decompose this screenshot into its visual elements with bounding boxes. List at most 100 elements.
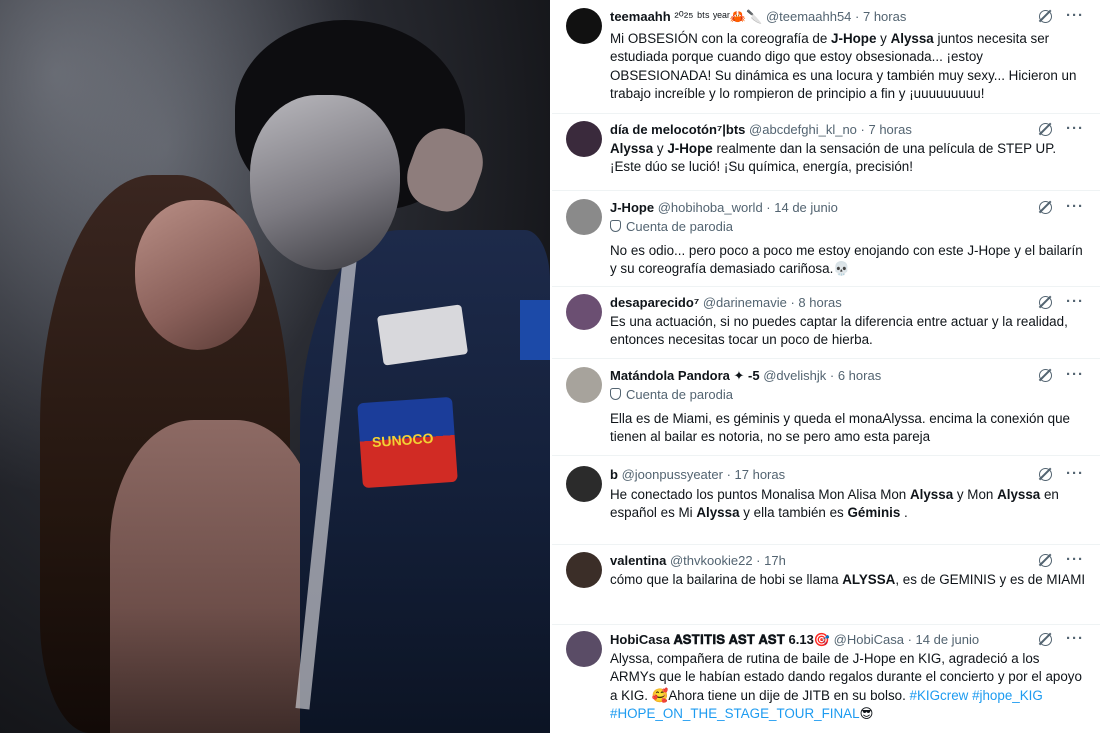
separator: · [851,9,863,24]
tweet-divider [552,624,1100,625]
tweet-actions: ··· [1038,294,1084,309]
timestamp[interactable]: 17h [764,553,786,568]
timestamp[interactable]: 14 de junio [774,200,838,215]
separator: · [722,467,735,482]
more-options-icon[interactable]: ··· [1066,466,1084,481]
display-name[interactable]: día de melocotón⁷|bts [610,122,745,137]
timestamp[interactable]: 14 de junio [916,632,980,647]
tweet-feed: teemaahh ²⁰²⁵ ᵇᵗˢ ʸᵉᵃʳ🦀🔪 @teemaahh54 · 7… [552,0,1100,733]
parody-mask-icon [610,388,621,400]
separator: · [786,295,799,310]
highlighted-text: Alyssa [997,487,1041,502]
user-handle[interactable]: @abcdefghi_kl_no [749,122,857,137]
avatar[interactable] [566,466,602,502]
parody-label: Cuenta de parodia [610,386,733,404]
grok-icon[interactable] [1038,200,1052,214]
photo-panel: SUNOCO [0,0,550,733]
separator: · [752,553,765,568]
timestamp[interactable]: 8 horas [798,295,841,310]
display-name[interactable]: b [610,467,618,482]
tweet-text: Alyssa y J-Hope realmente dan la sensaci… [610,140,1086,177]
user-handle[interactable]: @teemaahh54 [766,9,851,24]
user-handle[interactable]: @dvelishjk [763,368,826,383]
tweet-text: Es una actuación, si no puedes captar la… [610,313,1086,350]
display-name[interactable]: HobiCasa 𝐀𝐒𝐓𝐈𝐓𝐈𝐒 𝐀𝐒𝐓 𝐀𝐒𝐓 6.13🎯 [610,632,830,647]
text-segment: y [876,31,891,46]
tweet-divider [552,190,1100,191]
tweet-text: No es odio... pero poco a poco me estoy … [610,242,1086,279]
text-segment: y Mon [953,487,998,502]
tweet-header: HobiCasa 𝐀𝐒𝐓𝐈𝐓𝐈𝐒 𝐀𝐒𝐓 𝐀𝐒𝐓 6.13🎯 @HobiCasa… [610,631,1030,649]
highlighted-text: ALYSSA [842,572,896,587]
tweet-header: b @joonpussyeater · 17 horas [610,466,1030,484]
tweet-header: desaparecido⁷ @darinemavie · 8 horas [610,294,1030,312]
avatar[interactable] [566,294,602,330]
grok-icon[interactable] [1038,9,1052,23]
more-options-icon[interactable]: ··· [1066,8,1084,23]
user-handle[interactable]: @darinemavie [703,295,787,310]
name-suffix: ²⁰²⁵ ᵇᵗˢ ʸᵉᵃʳ🦀🔪 [670,9,763,24]
display-name[interactable]: desaparecido⁷ [610,295,699,310]
tweet-text: Mi OBSESIÓN con la coreografía de J-Hope… [610,30,1086,103]
text-segment: Es una actuación, si no puedes captar la… [610,314,1068,348]
user-handle[interactable]: @HobiCasa [834,632,904,647]
display-name[interactable]: valentina [610,553,666,568]
tweet-divider [552,544,1100,545]
text-segment: He conectado los puntos Monalisa Mon Ali… [610,487,910,502]
separator: · [903,632,916,647]
parody-mask-icon [610,220,621,232]
text-segment: y [653,141,668,156]
grok-icon[interactable] [1038,632,1052,646]
display-name[interactable]: Matándola Pandora ✦ -5 [610,368,760,383]
timestamp[interactable]: 7 horas [868,122,911,137]
highlighted-text: Alyssa [610,141,654,156]
user-handle[interactable]: @thvkookie22 [670,553,753,568]
grok-icon[interactable] [1038,368,1052,382]
highlighted-text: Géminis [847,505,901,521]
tweet-header: Matándola Pandora ✦ -5 @dvelishjk · 6 ho… [610,367,1030,385]
grok-icon[interactable] [1038,467,1052,481]
more-options-icon[interactable]: ··· [1066,199,1084,214]
highlighted-text: Alyssa [696,505,740,521]
hashtag-link[interactable]: #KIGcrew [910,688,969,703]
tweet-divider [552,113,1100,114]
avatar[interactable] [566,199,602,235]
avatar[interactable] [566,552,602,588]
tweet-text: Ella es de Miami, es géminis y queda el … [610,410,1086,447]
separator: · [856,122,869,137]
more-options-icon[interactable]: ··· [1066,552,1084,567]
timestamp[interactable]: 7 horas [863,9,906,24]
more-options-icon[interactable]: ··· [1066,631,1084,646]
timestamp[interactable]: 17 horas [735,467,786,482]
tweet-actions: ··· [1038,8,1084,23]
grok-icon[interactable] [1038,553,1052,567]
avatar[interactable] [566,8,602,44]
more-options-icon[interactable]: ··· [1066,367,1084,382]
text-segment: y ella también es [739,505,848,521]
highlighted-text: Alyssa [909,487,954,502]
text-segment: , es de GEMINIS y es de MIAMI [895,572,1086,587]
highlighted-text: J-Hope [831,31,877,46]
hashtag-link[interactable]: #jhope_KIG [972,688,1043,703]
more-options-icon[interactable]: ··· [1066,121,1084,136]
woman-face [135,200,260,350]
text-segment: Ella es de Miami, es géminis y queda el … [610,411,1070,445]
tweet-header: valentina @thvkookie22 · 17h [610,552,1030,570]
display-name[interactable]: J-Hope [610,200,654,215]
grok-icon[interactable] [1038,122,1052,136]
display-name[interactable]: teemaahh [610,9,671,24]
user-handle[interactable]: @joonpussyeater [622,467,723,482]
tweet-text: Alyssa, compañera de rutina de baile de … [610,650,1086,723]
grok-icon[interactable] [1038,295,1052,309]
avatar[interactable] [566,367,602,403]
avatar[interactable] [566,631,602,667]
more-options-icon[interactable]: ··· [1066,294,1084,309]
tweet-actions: ··· [1038,121,1084,136]
tweet-text: He conectado los puntos Monalisa Mon Ali… [610,486,1086,523]
timestamp[interactable]: 6 horas [838,368,881,383]
separator: · [826,368,838,383]
hashtag-link[interactable]: #HOPE_ON_THE_STAGE_TOUR_FINAL [610,706,860,721]
avatar[interactable] [566,121,602,157]
user-handle[interactable]: @hobihoba_world [658,200,763,215]
text-segment: . [900,505,908,521]
